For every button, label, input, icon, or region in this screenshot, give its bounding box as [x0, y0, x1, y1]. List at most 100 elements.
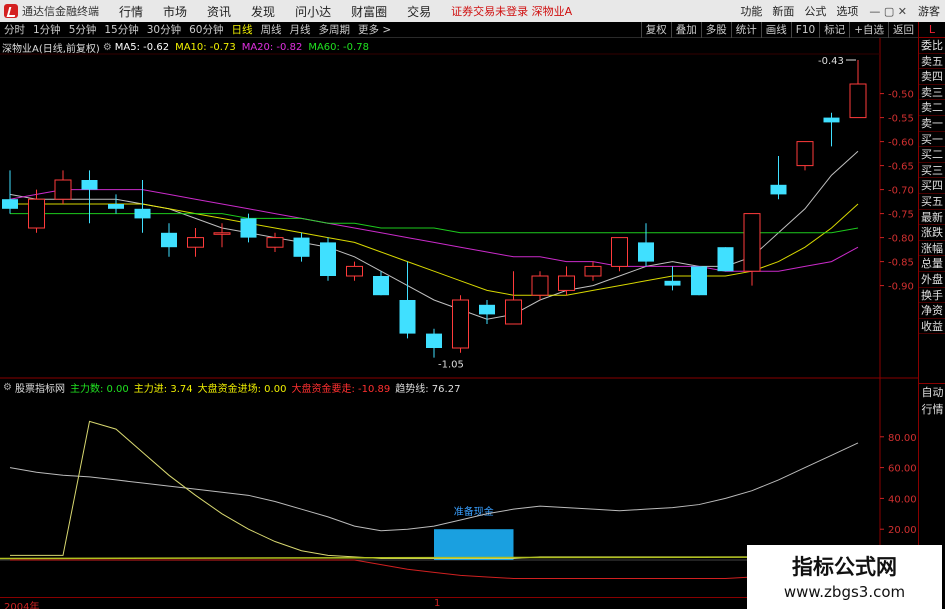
candle-body-up — [346, 265, 363, 277]
candle-body-down — [770, 184, 787, 195]
stock-title[interactable]: 深物业A(日线,前复权) — [2, 40, 100, 55]
quote-field-label: 卖四 — [919, 70, 945, 85]
ma-line-ma5 — [9, 150, 859, 320]
zlj-value: 主力进: 3.74 — [133, 384, 193, 395]
price-tick-label: -0.85 — [888, 258, 914, 269]
candle-body-up — [505, 299, 522, 325]
sub-line — [10, 559, 858, 579]
quote-button[interactable]: 行情 — [919, 401, 945, 418]
price-tick-label: -0.55 — [888, 114, 914, 125]
sub-tick-label: 40.00 — [888, 494, 917, 505]
sub-line — [9, 442, 859, 532]
candle-body-up — [452, 299, 469, 349]
candle-body-up — [611, 237, 628, 267]
ma10-value: MA10: -0.73 — [175, 42, 236, 53]
quote-field-label: 卖五 — [919, 54, 945, 70]
indicator-title[interactable]: 股票指标网 — [15, 380, 65, 395]
quote-field-label: 最新 — [919, 210, 945, 226]
candle-body-down — [373, 276, 389, 296]
quote-field-label: 卖二 — [919, 101, 945, 116]
price-tick-label: -0.80 — [888, 234, 914, 245]
zl-line — [0, 556, 861, 560]
candle-body-up — [28, 198, 45, 229]
candle-body-up — [531, 275, 549, 296]
candle-body-down — [81, 180, 98, 190]
quote-side-panel: L 委比 卖五 卖四 卖三 卖二 卖一 买一 买二 买三 买四 买五 最新 涨跌 涨幅 总量 外盘 换手 净资 收益… — [918, 22, 945, 609]
candle-body-down — [399, 300, 416, 334]
quote-field-label: 总量 — [919, 257, 945, 272]
candle-body-down — [717, 247, 734, 272]
high-annotation: -0.43 — [818, 56, 844, 67]
candle-body-down — [108, 204, 124, 209]
dpzc-value: 大盘资金要走: -10.89 — [291, 384, 391, 395]
candle-body-down — [691, 266, 707, 296]
candle-body-up — [266, 237, 284, 248]
candle-body-down — [320, 242, 336, 276]
quote-field-label: 收益 — [919, 319, 945, 335]
price-tick-label: -0.70 — [888, 186, 914, 197]
x-axis-month-label: 1 — [434, 598, 441, 609]
watermark-banner: 指标公式网 www.zbgs3.com — [747, 545, 942, 609]
watermark-url: www.zbgs3.com — [783, 583, 906, 601]
candle-body-up — [213, 232, 231, 235]
quote-field-label: 买二 — [919, 148, 945, 163]
sub-tick-label: 80.00 — [888, 433, 917, 444]
quote-fields: 委比 卖五 卖四 卖三 卖二 卖一 买一 买二 买三 买四 买五 最新 涨跌 涨幅 总量 外盘 换手 净资 收益 — [919, 38, 945, 335]
panel-footer: 自动 行情 — [919, 383, 945, 418]
candle-body-down — [240, 218, 257, 238]
sub-tick-label: 60.00 — [888, 464, 917, 475]
quote-field-label: 买一 — [919, 132, 945, 148]
candle-body-down — [638, 242, 654, 262]
candle-body-up — [584, 265, 602, 277]
quote-field-label: 卖三 — [919, 85, 945, 101]
quote-field-label: 换手 — [919, 288, 945, 304]
candle-body-down — [2, 199, 18, 209]
price-tick-label: -0.75 — [888, 210, 914, 221]
menu-guest[interactable]: 游客 — [918, 3, 940, 19]
quote-field-label: 涨跌 — [919, 226, 945, 241]
zl-value: 主力数: 0.00 — [69, 384, 129, 395]
main-chart-legend: 深物业A(日线,前复权) ⚙ MA5: -0.62 MA10: -0.73 MA… — [0, 40, 375, 55]
candle-body-down — [426, 333, 442, 348]
indicator-gear-icon[interactable]: ⚙ — [3, 382, 12, 393]
quote-field-label: 买五 — [919, 194, 945, 210]
indicator-legend: ⚙ 股票指标网 主力数: 0.00 主力进: 3.74 大盘资金进场: 0.00… — [0, 380, 465, 395]
quote-field-label: 买三 — [919, 163, 945, 179]
price-tick-label: -0.65 — [888, 162, 914, 173]
settings-gear-icon[interactable]: ⚙ — [103, 42, 112, 53]
candle-body-up — [54, 179, 72, 200]
app-window: 通达信金融终端 行情 市场 资讯 发现 问小达 财富圈 交易 证券交易未登录 深… — [0, 0, 945, 609]
ma5-value: MA5: -0.62 — [114, 42, 170, 53]
x-axis-year-label: 2004年 — [4, 602, 40, 609]
quote-field-label: 外盘 — [919, 272, 945, 288]
quote-field-label: 买四 — [919, 179, 945, 194]
candle-body-down — [134, 208, 151, 219]
dpzj-value: 大盘资金进场: 0.00 — [197, 384, 287, 395]
candle-body-up — [849, 83, 867, 119]
cash-bar — [434, 529, 514, 560]
candle-body-down — [823, 117, 840, 123]
sub-tick-label: 20.00 — [888, 525, 917, 536]
quote-field-label: 涨幅 — [919, 241, 945, 257]
quote-field-label: 净资 — [919, 304, 945, 319]
candle-body-up — [187, 237, 204, 248]
candle-body-up — [796, 141, 814, 167]
candle-body-down — [479, 304, 495, 315]
cash-bar-label: 准备现金 — [454, 505, 494, 518]
candle-body-down — [293, 237, 310, 257]
candle-body-up — [743, 213, 761, 272]
ma20-value: MA20: -0.82 — [241, 42, 303, 53]
price-tick-label: -0.50 — [888, 90, 914, 101]
price-tick-label: -0.60 — [888, 138, 914, 149]
auto-button[interactable]: 自动 — [919, 384, 945, 401]
qsx-value: 趋势线: 76.27 — [395, 384, 461, 395]
quote-field-label: 委比 — [919, 39, 945, 54]
low-annotation: -1.05 — [438, 360, 464, 371]
watermark-title: 指标公式网 — [792, 555, 897, 579]
chart-canvas[interactable]: -0.50 -0.55 -0.60 -0.65 -0.70 -0.75 -0.80 -0.85… — [0, 0, 918, 609]
quote-field-label: 卖一 — [919, 116, 945, 132]
candle-body-down — [664, 280, 681, 286]
panel-header[interactable]: L — [919, 22, 945, 38]
price-tick-label: -0.90 — [888, 282, 914, 293]
ma60-value: MA60: -0.78 — [308, 42, 369, 53]
